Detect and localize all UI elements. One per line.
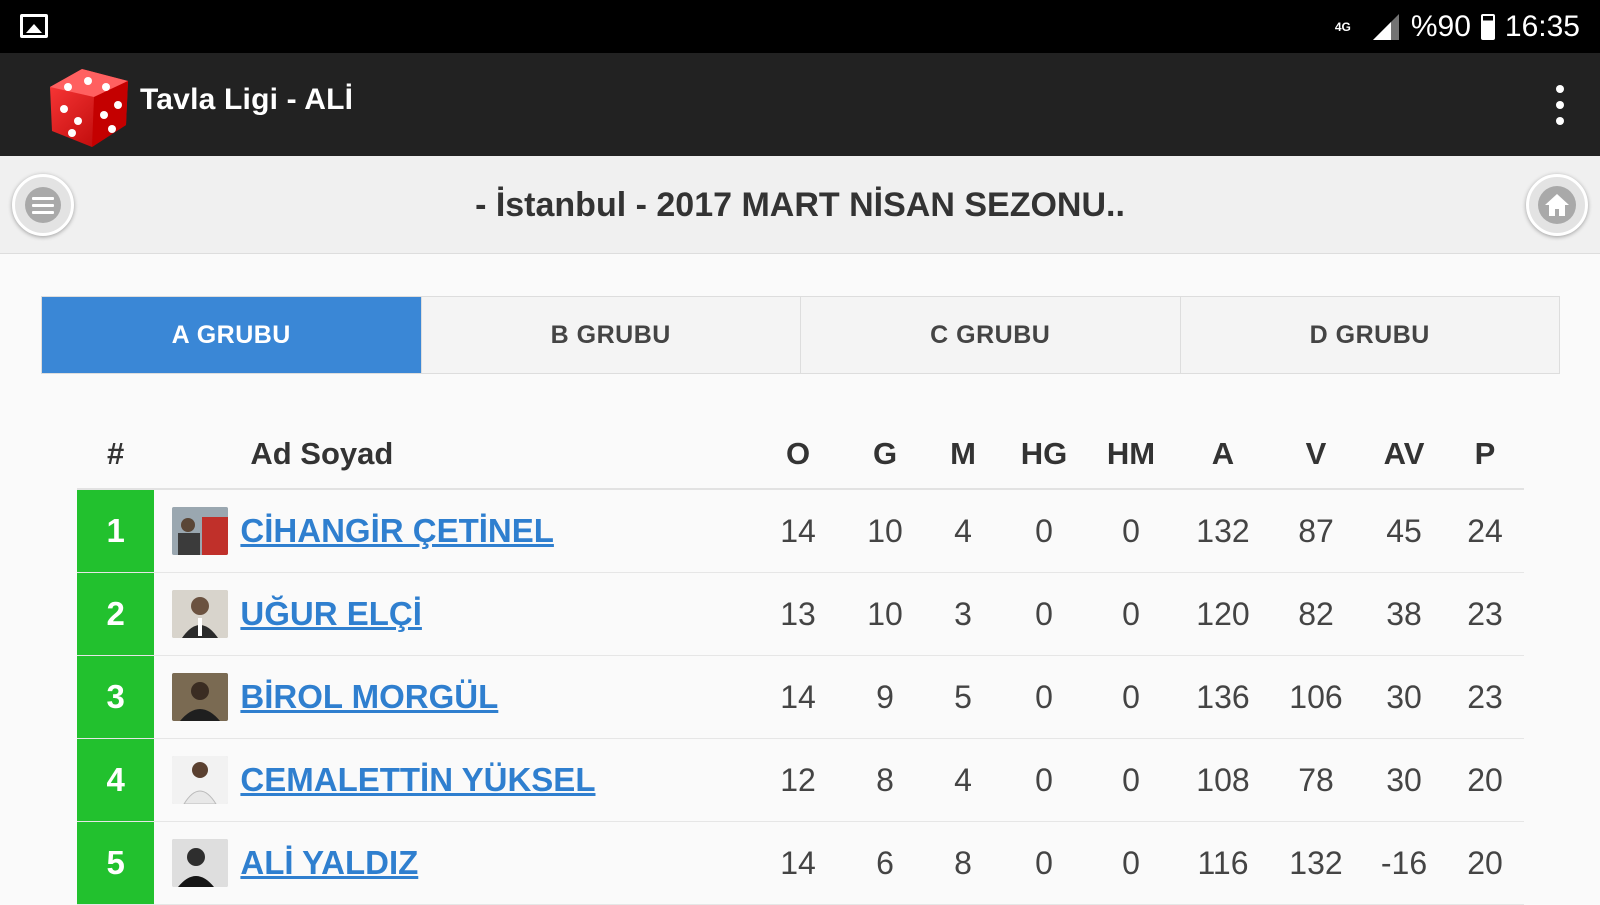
stat-a: 120 bbox=[1196, 595, 1250, 632]
stat-v: 106 bbox=[1289, 678, 1343, 715]
table-row: 4 CEMALETTİN YÜKSEL 12 8 4 0 0 108 78 30… bbox=[77, 739, 1524, 822]
stat-hm: 0 bbox=[1122, 844, 1140, 881]
header-o: O bbox=[785, 436, 811, 471]
player-link[interactable]: UĞUR ELÇİ bbox=[240, 595, 422, 633]
stat-p: 23 bbox=[1467, 678, 1503, 715]
stat-o: 14 bbox=[780, 844, 816, 881]
stat-hm: 0 bbox=[1122, 595, 1140, 632]
player-link[interactable]: CİHANGİR ÇETİNEL bbox=[240, 512, 554, 550]
table-row: 2 UĞUR ELÇİ 13 10 3 0 0 120 82 38 23 bbox=[77, 573, 1524, 656]
image-notification-icon bbox=[20, 14, 48, 38]
stat-m: 3 bbox=[954, 595, 972, 632]
stat-hg: 0 bbox=[1035, 761, 1053, 798]
dice-icon bbox=[42, 59, 134, 151]
player-link[interactable]: ALİ YALDIZ bbox=[240, 844, 418, 882]
stat-av: 30 bbox=[1386, 678, 1422, 715]
stat-hg: 0 bbox=[1035, 512, 1053, 549]
stat-v: 78 bbox=[1298, 761, 1334, 798]
season-title: - İstanbul - 2017 MART NİSAN SEZONU.. bbox=[475, 186, 1125, 224]
table-row: 5 ALİ YALDIZ 14 6 8 0 0 116 132 -16 20 bbox=[77, 822, 1524, 905]
stat-av: 38 bbox=[1386, 595, 1422, 632]
stat-g: 8 bbox=[876, 761, 894, 798]
avatar[interactable] bbox=[172, 839, 229, 887]
stat-hm: 0 bbox=[1122, 512, 1140, 549]
avatar[interactable] bbox=[172, 673, 229, 721]
avatar[interactable] bbox=[172, 756, 229, 804]
stat-v: 132 bbox=[1289, 844, 1343, 881]
tab-b-grubu[interactable]: B GRUBU bbox=[422, 297, 801, 373]
table-header: # Ad Soyad O G M HG HM A V AV P bbox=[77, 420, 1524, 490]
stat-v: 82 bbox=[1298, 595, 1334, 632]
stat-g: 9 bbox=[876, 678, 894, 715]
battery-icon bbox=[1480, 14, 1495, 40]
stat-hg: 0 bbox=[1035, 595, 1053, 632]
more-vert-icon[interactable] bbox=[1548, 81, 1572, 129]
stat-hg: 0 bbox=[1035, 844, 1053, 881]
stat-p: 20 bbox=[1467, 761, 1503, 798]
tab-a-grubu[interactable]: A GRUBU bbox=[42, 297, 422, 373]
stat-av: -16 bbox=[1380, 844, 1428, 881]
stat-o: 12 bbox=[780, 761, 816, 798]
home-button[interactable] bbox=[1526, 174, 1588, 236]
stat-o: 14 bbox=[780, 678, 816, 715]
header-name: Ad Soyad bbox=[250, 436, 394, 471]
battery-percent: %90 bbox=[1410, 10, 1471, 43]
header-rank: # bbox=[107, 436, 125, 471]
clock: 16:35 bbox=[1504, 10, 1580, 43]
app-title: Tavla Ligi - ALİ bbox=[140, 83, 354, 116]
group-tabs: A GRUBU B GRUBU C GRUBU D GRUBU bbox=[41, 296, 1560, 374]
home-icon bbox=[1538, 186, 1576, 224]
stat-a: 136 bbox=[1196, 678, 1250, 715]
player-link[interactable]: CEMALETTİN YÜKSEL bbox=[240, 761, 595, 799]
standings-table: # Ad Soyad O G M HG HM A V AV P 1 CİHANG… bbox=[77, 420, 1524, 905]
stat-g: 10 bbox=[867, 512, 903, 549]
status-indicators: 4G %90 16:35 bbox=[1335, 10, 1580, 44]
avatar[interactable] bbox=[172, 507, 229, 555]
stat-m: 8 bbox=[954, 844, 972, 881]
stat-m: 5 bbox=[954, 678, 972, 715]
header-av: AV bbox=[1383, 436, 1425, 471]
header-m: M bbox=[950, 436, 976, 471]
rank-cell: 4 bbox=[77, 739, 155, 821]
header-p: P bbox=[1474, 436, 1496, 471]
stat-a: 116 bbox=[1197, 844, 1249, 881]
rank-cell: 1 bbox=[77, 490, 155, 572]
stat-av: 45 bbox=[1386, 512, 1422, 549]
stat-v: 87 bbox=[1298, 512, 1334, 549]
stat-a: 108 bbox=[1196, 761, 1250, 798]
header-g: G bbox=[872, 436, 898, 471]
header-v: V bbox=[1305, 436, 1327, 471]
status-bar: 4G %90 16:35 bbox=[0, 0, 1600, 53]
network-type: 4G bbox=[1334, 20, 1351, 34]
stat-o: 14 bbox=[780, 512, 816, 549]
header-hm: HM bbox=[1106, 436, 1156, 471]
stat-g: 10 bbox=[867, 595, 903, 632]
stat-g: 6 bbox=[876, 844, 894, 881]
season-bar: - İstanbul - 2017 MART NİSAN SEZONU.. bbox=[0, 156, 1600, 254]
stat-hm: 0 bbox=[1122, 761, 1140, 798]
rank-cell: 5 bbox=[77, 822, 155, 904]
stat-p: 23 bbox=[1467, 595, 1503, 632]
stat-hg: 0 bbox=[1035, 678, 1053, 715]
stat-m: 4 bbox=[954, 761, 972, 798]
app-bar: Tavla Ligi - ALİ bbox=[0, 53, 1600, 156]
stat-o: 13 bbox=[780, 595, 816, 632]
rank-cell: 3 bbox=[77, 656, 155, 738]
tab-d-grubu[interactable]: D GRUBU bbox=[1181, 297, 1560, 373]
stat-av: 30 bbox=[1386, 761, 1422, 798]
table-row: 3 BİROL MORGÜL 14 9 5 0 0 136 106 30 23 bbox=[77, 656, 1524, 739]
header-a: A bbox=[1211, 436, 1235, 471]
stat-p: 20 bbox=[1467, 844, 1503, 881]
tab-c-grubu[interactable]: C GRUBU bbox=[801, 297, 1181, 373]
stat-p: 24 bbox=[1467, 512, 1503, 549]
header-hg: HG bbox=[1020, 436, 1068, 471]
signal-icon bbox=[1372, 14, 1401, 40]
avatar[interactable] bbox=[172, 590, 229, 638]
rank-cell: 2 bbox=[77, 573, 155, 655]
stat-a: 132 bbox=[1196, 512, 1250, 549]
player-link[interactable]: BİROL MORGÜL bbox=[240, 678, 498, 716]
table-row: 1 CİHANGİR ÇETİNEL 14 10 4 0 0 132 87 45… bbox=[77, 490, 1524, 573]
stat-hm: 0 bbox=[1122, 678, 1140, 715]
stat-m: 4 bbox=[954, 512, 972, 549]
